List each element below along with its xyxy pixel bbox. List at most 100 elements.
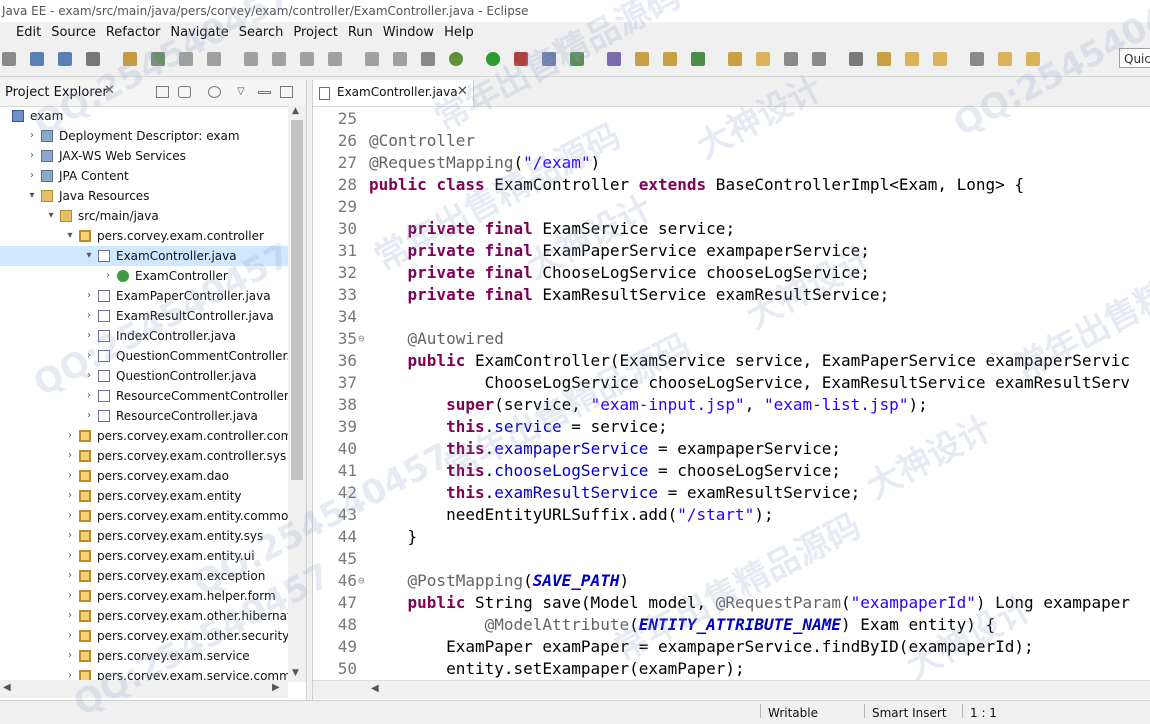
- chevron-right-icon[interactable]: ›: [65, 506, 75, 526]
- chevron-right-icon[interactable]: ›: [65, 606, 75, 626]
- menu-window[interactable]: Window: [383, 22, 434, 43]
- editor-horizontal-scrollbar[interactable]: ◀: [313, 680, 1150, 699]
- menu-edit[interactable]: Edit: [16, 22, 41, 43]
- tree-item[interactable]: › pers.corvey.exam.controller.commc: [0, 426, 288, 446]
- menu-navigate[interactable]: Navigate: [170, 22, 228, 43]
- filter-icon[interactable]: [208, 86, 221, 98]
- code-line[interactable]: 44 }: [313, 526, 1150, 548]
- code-line[interactable]: 29: [313, 196, 1150, 218]
- chevron-right-icon[interactable]: ›: [84, 366, 94, 386]
- link-with-editor-icon[interactable]: [178, 86, 191, 98]
- scroll-left-icon[interactable]: ◀: [371, 683, 379, 694]
- code-line[interactable]: 50 entity.setExampaper(examPaper);: [313, 658, 1150, 680]
- chevron-right-icon[interactable]: ›: [65, 526, 75, 546]
- terminate-icon[interactable]: [272, 52, 286, 66]
- nav-down-icon[interactable]: [1026, 52, 1040, 66]
- chevron-down-icon[interactable]: ▾: [65, 226, 75, 246]
- chevron-right-icon[interactable]: ›: [65, 646, 75, 666]
- chevron-down-icon[interactable]: ▾: [84, 246, 94, 266]
- scroll-up-icon[interactable]: ▲: [292, 106, 299, 116]
- chevron-right-icon[interactable]: ›: [27, 166, 37, 186]
- tree-item[interactable]: exam: [0, 106, 288, 126]
- step-into-icon[interactable]: [300, 52, 314, 66]
- chevron-right-icon[interactable]: ›: [65, 566, 75, 586]
- chevron-right-icon[interactable]: ›: [65, 626, 75, 646]
- code-line[interactable]: 39 this.service = service;: [313, 416, 1150, 438]
- code-line[interactable]: 28 public class ExamController extends Ba…: [313, 174, 1150, 196]
- chevron-right-icon[interactable]: ›: [65, 546, 75, 566]
- tree-item[interactable]: › Deployment Descriptor: exam: [0, 126, 288, 146]
- tree-item[interactable]: › ResourceCommentController.jav: [0, 386, 288, 406]
- scroll-down-icon[interactable]: ▼: [292, 668, 299, 678]
- code-line[interactable]: 30 private final ExamService service;: [313, 218, 1150, 240]
- menu-help[interactable]: Help: [444, 22, 474, 43]
- code-line[interactable]: 34: [313, 306, 1150, 328]
- tree-item[interactable]: ▾ Java Resources: [0, 186, 288, 206]
- chevron-right-icon[interactable]: ›: [65, 466, 75, 486]
- tab-examcontroller-java[interactable]: ExamController.java ✕: [313, 80, 474, 106]
- chevron-right-icon[interactable]: ›: [84, 306, 94, 326]
- code-line[interactable]: 35 ⊖ @Autowired: [313, 328, 1150, 350]
- chevron-right-icon[interactable]: ›: [27, 146, 37, 166]
- chevron-right-icon[interactable]: ›: [84, 346, 94, 366]
- code-line[interactable]: 43 needEntityURLSuffix.add("/start");: [313, 504, 1150, 526]
- tree-item[interactable]: › QuestionController.java: [0, 366, 288, 386]
- menu-project[interactable]: Project: [293, 22, 337, 43]
- code-line[interactable]: 45: [313, 548, 1150, 570]
- collapse-all-icon[interactable]: [156, 86, 169, 98]
- explorer-horizontal-scrollbar[interactable]: ◀ ▶: [0, 680, 288, 698]
- save-icon[interactable]: [30, 52, 44, 66]
- chevron-right-icon[interactable]: ›: [103, 266, 113, 286]
- code-line[interactable]: 27 @RequestMapping("/exam"): [313, 152, 1150, 174]
- suspend-icon[interactable]: [244, 52, 258, 66]
- toggle-block-icon[interactable]: [784, 52, 798, 66]
- show-whitespace-icon[interactable]: [849, 52, 863, 66]
- drop-icon[interactable]: [393, 52, 407, 66]
- code-line[interactable]: 40 this.exampaperService = exampaperServ…: [313, 438, 1150, 460]
- tree-item[interactable]: › pers.corvey.exam.dao: [0, 466, 288, 486]
- chevron-right-icon[interactable]: ›: [65, 426, 75, 446]
- code-line[interactable]: 47 public String save(Model model, @Requ…: [313, 592, 1150, 614]
- menu-run[interactable]: Run: [348, 22, 373, 43]
- tree-item[interactable]: › ExamResultController.java: [0, 306, 288, 326]
- print-icon[interactable]: [86, 52, 100, 66]
- step-return-icon[interactable]: [365, 52, 379, 66]
- chevron-right-icon[interactable]: ›: [84, 286, 94, 306]
- next-annotation-icon[interactable]: [691, 52, 705, 66]
- chevron-right-icon[interactable]: ›: [84, 326, 94, 346]
- nav-up-icon[interactable]: [998, 52, 1012, 66]
- use-step-filters-icon[interactable]: [421, 52, 435, 66]
- tree-item[interactable]: › pers.corvey.exam.other.hibernate: [0, 606, 288, 626]
- tree-item[interactable]: › JPA Content: [0, 166, 288, 186]
- menu-source[interactable]: Source: [51, 22, 96, 43]
- code-line[interactable]: 37 ChooseLogService chooseLogService, Ex…: [313, 372, 1150, 394]
- last-edit-icon[interactable]: [877, 52, 891, 66]
- code-line[interactable]: 36 public ExamController(ExamService ser…: [313, 350, 1150, 372]
- view-menu-icon[interactable]: ▽: [237, 86, 250, 98]
- chevron-right-icon[interactable]: ›: [65, 586, 75, 606]
- code-line[interactable]: 25: [313, 108, 1150, 130]
- code-line[interactable]: 33 private final ExamResultService examR…: [313, 284, 1150, 306]
- code-editor[interactable]: 25 26 @Controller 27 @RequestMapping("/exam"…: [313, 108, 1150, 680]
- code-line[interactable]: 41 this.chooseLogService = chooseLogServ…: [313, 460, 1150, 482]
- code-line[interactable]: 46 ⊖ @PostMapping(SAVE_PATH): [313, 570, 1150, 592]
- skip-icon[interactable]: [179, 52, 193, 66]
- tree-item[interactable]: › ExamController: [0, 266, 288, 286]
- menu-search[interactable]: Search: [239, 22, 284, 43]
- tree-item[interactable]: › IndexController.java: [0, 326, 288, 346]
- close-icon[interactable]: ✕: [457, 84, 468, 99]
- external-tools-icon[interactable]: [514, 52, 528, 66]
- tree-item[interactable]: › pers.corvey.exam.helper.form: [0, 586, 288, 606]
- project-explorer-title[interactable]: Project Explorer: [5, 85, 108, 100]
- new-server-icon[interactable]: [542, 52, 556, 66]
- minimize-icon[interactable]: [258, 91, 271, 94]
- chevron-right-icon[interactable]: ›: [65, 486, 75, 506]
- step-over-icon[interactable]: [328, 52, 342, 66]
- properties-icon[interactable]: [151, 52, 165, 66]
- code-line[interactable]: 48 @ModelAttribute(ENTITY_ATTRIBUTE_NAME…: [313, 614, 1150, 636]
- tree-item[interactable]: ▾ pers.corvey.exam.controller: [0, 226, 288, 246]
- open-type-icon[interactable]: [607, 52, 621, 66]
- tree-item[interactable]: › pers.corvey.exam.service: [0, 646, 288, 666]
- fold-toggle-icon[interactable]: ⊖: [358, 328, 365, 350]
- tree-item[interactable]: › pers.corvey.exam.other.security: [0, 626, 288, 646]
